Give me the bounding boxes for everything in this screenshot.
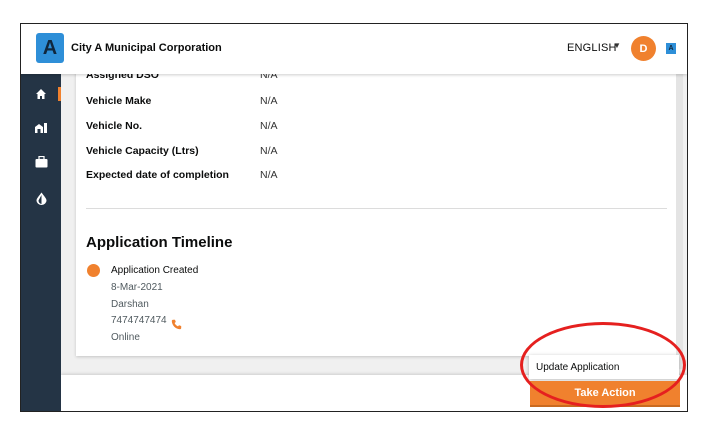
timeline-event: Application Created — [111, 265, 199, 276]
timeline-dot — [87, 264, 100, 277]
timeline-phone: 7474747474 — [111, 315, 167, 326]
top-bar: A City A Municipal Corporation ENGLISH ▼… — [21, 24, 687, 74]
detail-value: N/A — [260, 145, 278, 157]
detail-label: Expected date of completion — [86, 169, 229, 181]
update-application-menu-item[interactable]: Update Application — [529, 355, 679, 379]
home-icon[interactable] — [31, 84, 51, 104]
scrollbar[interactable] — [676, 69, 683, 369]
phone-icon[interactable] — [171, 317, 182, 335]
detail-value: N/A — [260, 120, 278, 132]
user-avatar[interactable]: D — [631, 36, 656, 61]
detail-label: Vehicle Capacity (Ltrs) — [86, 145, 199, 157]
language-selector[interactable]: ENGLISH — [567, 42, 617, 54]
detail-value: N/A — [260, 95, 278, 107]
application-details-card: Assigned DSO N/A Vehicle Make N/A Vehicl… — [76, 69, 676, 356]
app-window: A City A Municipal Corporation ENGLISH ▼… — [20, 23, 688, 412]
detail-label: Vehicle No. — [86, 120, 143, 132]
take-action-button[interactable]: Take Action — [530, 381, 680, 407]
timeline-name: Darshan — [111, 299, 149, 310]
app-title: City A Municipal Corporation — [71, 42, 222, 54]
timeline-channel: Online — [111, 332, 140, 343]
timeline-date: 8-Mar-2021 — [111, 282, 163, 293]
section-divider — [86, 208, 667, 209]
drop-icon[interactable] — [31, 188, 51, 208]
timeline-title: Application Timeline — [86, 234, 233, 251]
city-icon[interactable] — [31, 118, 51, 138]
city-logo[interactable]: A — [36, 33, 64, 63]
detail-value: N/A — [260, 169, 278, 181]
sidebar — [21, 74, 61, 411]
state-logo: A — [666, 43, 676, 54]
caret-down-icon[interactable]: ▼ — [613, 41, 621, 50]
briefcase-icon[interactable] — [31, 152, 51, 172]
detail-label: Vehicle Make — [86, 95, 152, 107]
sidebar-active-indicator — [58, 87, 61, 101]
